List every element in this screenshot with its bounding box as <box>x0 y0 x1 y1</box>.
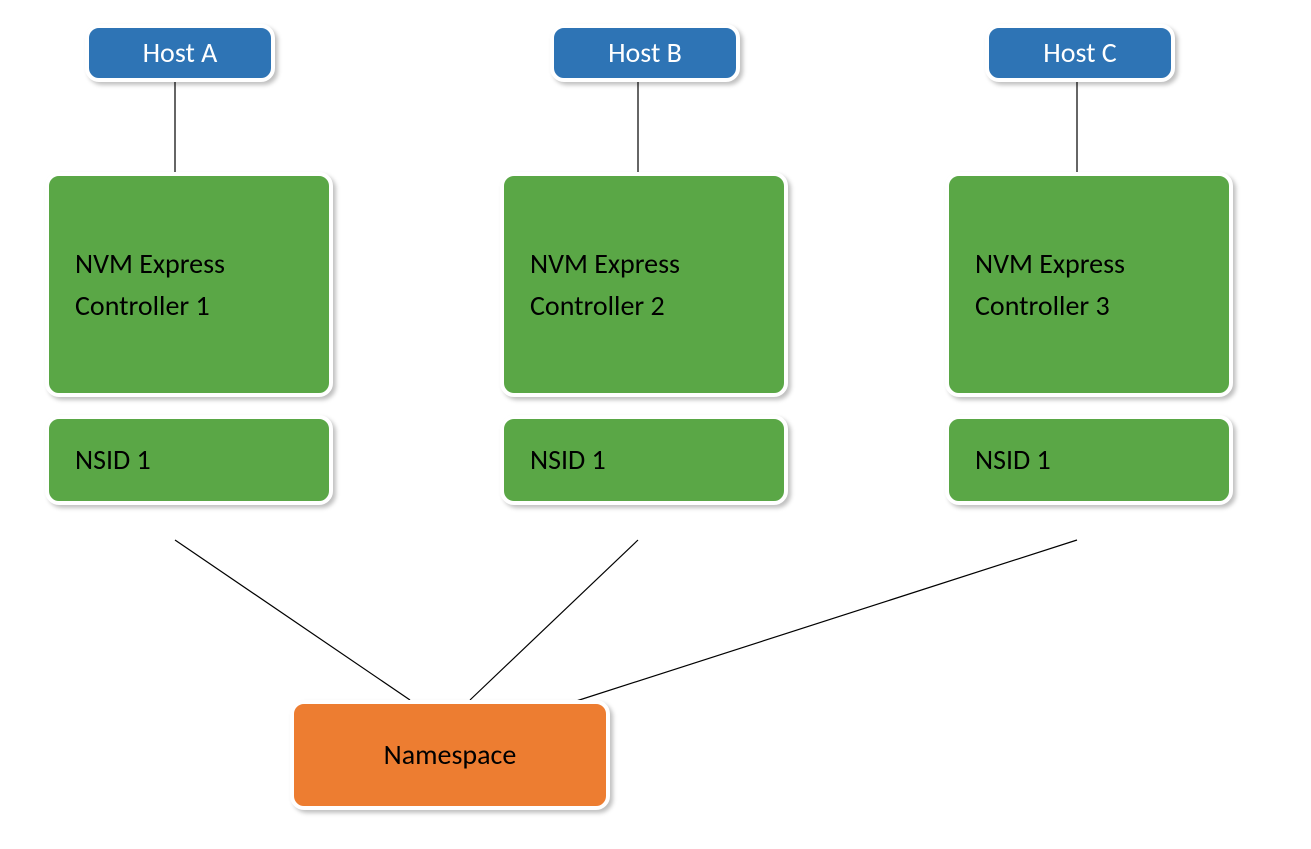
nsid-1-c-label: NSID 1 <box>975 439 1203 481</box>
line-nsid-b-to-ns <box>470 540 638 700</box>
line-nsid-a-to-ns <box>175 540 410 700</box>
controller-1-box: NVM Express Controller 1 <box>45 172 333 397</box>
controller-3-box: NVM Express Controller 3 <box>945 172 1233 397</box>
host-c-box: Host C <box>985 24 1175 82</box>
controller-3-label: NVM Express Controller 3 <box>975 243 1203 327</box>
nsid-1-a-box: NSID 1 <box>45 415 333 505</box>
line-nsid-c-to-ns <box>570 540 1077 703</box>
nsid-1-b-box: NSID 1 <box>500 415 788 505</box>
nsid-1-b-label: NSID 1 <box>530 439 758 481</box>
controller-2-label: NVM Express Controller 2 <box>530 243 758 327</box>
host-b-box: Host B <box>550 24 740 82</box>
host-b-label: Host B <box>608 32 682 74</box>
host-c-label: Host C <box>1043 32 1117 74</box>
namespace-label: Namespace <box>384 734 517 776</box>
namespace-box: Namespace <box>290 700 610 810</box>
controller-1-label: NVM Express Controller 1 <box>75 243 303 327</box>
nsid-1-a-label: NSID 1 <box>75 439 303 481</box>
host-a-box: Host A <box>85 24 275 82</box>
host-a-label: Host A <box>143 32 218 74</box>
nsid-1-c-box: NSID 1 <box>945 415 1233 505</box>
controller-2-box: NVM Express Controller 2 <box>500 172 788 397</box>
